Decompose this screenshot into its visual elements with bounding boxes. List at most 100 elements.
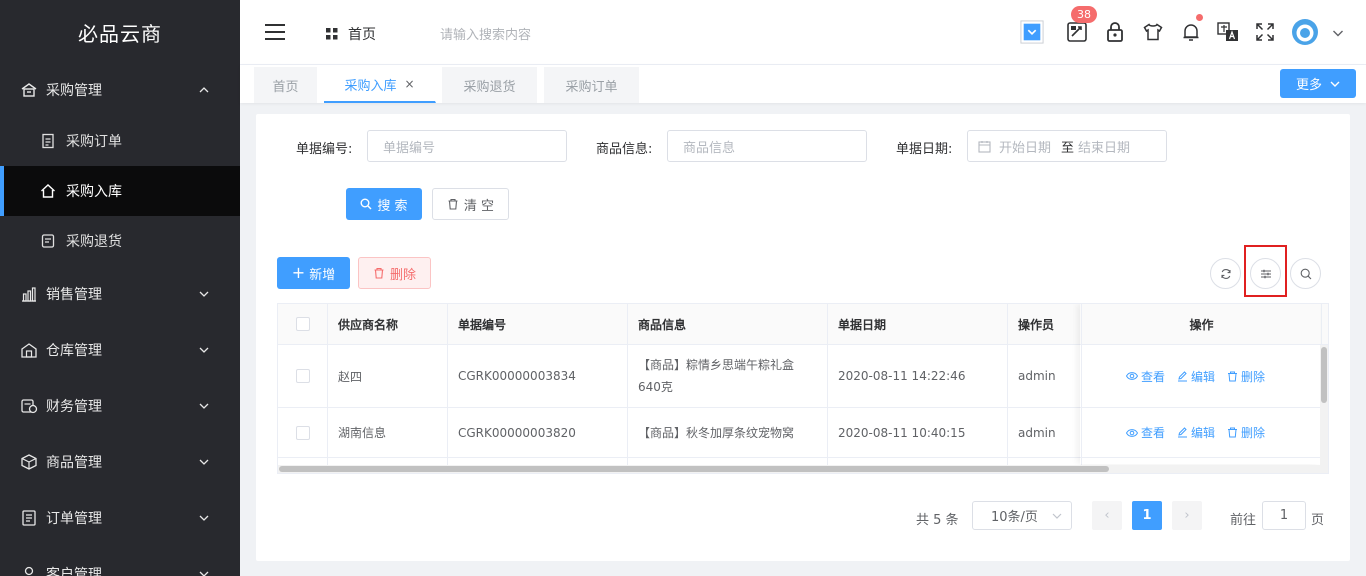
chevron-down-icon: [199, 571, 209, 576]
row-select-cell: [278, 345, 328, 407]
row-checkbox[interactable]: [295, 425, 310, 440]
order-icon: [20, 509, 38, 527]
sidebar-item-purchase-inbound[interactable]: 采购入库: [0, 166, 240, 216]
col-operator[interactable]: 操作员: [1008, 304, 1082, 344]
dropdown-toggle-icon: [1020, 20, 1044, 44]
breadcrumb-home: 首页: [348, 27, 376, 43]
delete-button-label: 删除: [389, 267, 416, 283]
bell-icon: [1183, 24, 1199, 41]
breadcrumb[interactable]: 首页: [326, 24, 376, 44]
tab-label: 采购退货: [463, 79, 516, 95]
clear-button-label: 清 空: [463, 198, 495, 214]
search-icon: [1300, 268, 1311, 279]
vertical-scrollbar[interactable]: [1320, 345, 1328, 465]
chevron-up-icon: [199, 87, 209, 93]
chevron-down-icon: [1052, 513, 1062, 519]
cell-date: 2020-08-11 14:22:46: [828, 345, 1008, 407]
hamburger-menu-icon[interactable]: [264, 22, 286, 42]
goods-label: 商品信息:: [596, 142, 653, 157]
chevron-down-icon[interactable]: [1332, 27, 1344, 39]
notification-badge: 38: [1071, 6, 1097, 23]
tab-label: 采购订单: [565, 79, 618, 95]
scrollbar-thumb[interactable]: [1321, 347, 1327, 403]
sidebar-group-sales[interactable]: 销售管理: [0, 266, 240, 322]
sidebar-group-orders[interactable]: 订单管理: [0, 490, 240, 546]
horizontal-scrollbar[interactable]: [278, 465, 1328, 473]
sidebar-item-purchase-return[interactable]: 采购退货: [0, 216, 240, 266]
date-start-input[interactable]: 开始日期: [999, 137, 1051, 156]
chevron-down-icon: [199, 403, 209, 409]
date-end-input[interactable]: 结束日期: [1078, 137, 1130, 156]
page-size-select[interactable]: 10条/页: [972, 501, 1072, 530]
row-checkbox[interactable]: [295, 369, 310, 383]
more-button[interactable]: 更多: [1280, 69, 1356, 98]
cell-supplier: 湖南信息: [328, 408, 448, 457]
doc-no-input[interactable]: 单据编号: [367, 130, 567, 162]
theme-shirt-icon: [1143, 23, 1163, 41]
sidebar-group-purchase[interactable]: 采购管理: [0, 64, 240, 116]
scrollbar-thumb[interactable]: [279, 466, 1109, 472]
next-page-button[interactable]: ›: [1172, 501, 1202, 530]
sidebar-item-purchase-order[interactable]: 采购订单: [0, 116, 240, 166]
col-date[interactable]: 单据日期: [828, 304, 1008, 344]
sidebar-group-finance[interactable]: 财务管理: [0, 378, 240, 434]
grid-icon: [326, 28, 338, 40]
refresh-button[interactable]: [1210, 258, 1241, 289]
goto-page-input[interactable]: 1: [1262, 501, 1306, 530]
tab-home[interactable]: 首页: [254, 67, 318, 103]
col-supplier[interactable]: 供应商名称: [328, 304, 448, 344]
lock-button[interactable]: [1103, 20, 1127, 44]
date-range-picker[interactable]: 开始日期 至 结束日期: [967, 130, 1167, 162]
chevron-down-icon: [199, 291, 209, 297]
page-button-current[interactable]: 1: [1132, 501, 1162, 530]
cell-supplier: 赵四: [328, 345, 448, 407]
purchase-icon: [20, 81, 38, 99]
clear-button[interactable]: 清 空: [432, 188, 509, 220]
avatar[interactable]: [1291, 18, 1319, 46]
notification-dot: [1196, 14, 1203, 21]
bell-button[interactable]: [1179, 14, 1203, 44]
sidebar-group-warehouse[interactable]: 仓库管理: [0, 322, 240, 378]
tab-purchase-return[interactable]: 采购退货: [442, 67, 538, 103]
sidebar-group-label: 销售管理: [46, 287, 102, 303]
search-icon: [360, 198, 372, 210]
close-icon[interactable]: ×: [404, 77, 414, 91]
date-label: 单据日期:: [896, 142, 953, 157]
search-button[interactable]: 搜 索: [346, 188, 422, 220]
tab-purchase-inbound[interactable]: 采购入库 ×: [324, 67, 436, 103]
theme-button[interactable]: [1141, 20, 1165, 44]
sidebar-group-goods[interactable]: 商品管理: [0, 434, 240, 490]
sidebar-item-label: 采购入库: [66, 184, 122, 200]
sidebar: 必品云商 采购管理 采购订单 采购入库 采购退货 销售管理 仓库管理 财务管理 …: [0, 0, 240, 576]
goto-label: 前往: [1230, 513, 1257, 528]
date-separator: 至: [1061, 140, 1075, 156]
home-icon: [40, 183, 56, 199]
sidebar-group-customers[interactable]: 客户管理: [0, 546, 240, 576]
select-all-checkbox[interactable]: [295, 317, 310, 331]
header-search-input[interactable]: 请输入搜索内容: [440, 24, 531, 43]
goto-unit: 页: [1311, 513, 1325, 528]
chevron-down-icon: [1330, 81, 1340, 87]
cell-goods: 【商品】秋冬加厚条纹宠物窝: [628, 408, 828, 457]
goods-input[interactable]: 商品信息: [667, 130, 867, 162]
plus-icon: +: [291, 263, 306, 282]
prev-page-button[interactable]: ‹: [1092, 501, 1122, 530]
tab-purchase-order[interactable]: 采购订单: [544, 67, 640, 103]
data-table: 供应商名称 单据编号 商品信息 单据日期 操作员 操作 赵四 CGRK00000…: [277, 303, 1329, 474]
col-goods[interactable]: 商品信息: [628, 304, 828, 344]
col-doc-no[interactable]: 单据编号: [448, 304, 628, 344]
toggle-search-button[interactable]: [1290, 258, 1321, 289]
fullscreen-button[interactable]: [1253, 20, 1277, 44]
cell-date: 2020-08-11 10:40:15: [828, 408, 1008, 457]
fullscreen-icon: [1256, 23, 1274, 41]
cell-doc-no: CGRK00000003820: [448, 408, 628, 457]
task-button[interactable]: 38: [1065, 6, 1097, 44]
add-button[interactable]: + 新增: [277, 257, 350, 289]
delete-button[interactable]: 删除: [358, 257, 431, 289]
dropdown-toggle[interactable]: [1020, 20, 1044, 44]
row-select-cell: [278, 408, 328, 457]
add-button-label: 新增: [309, 267, 336, 283]
calendar-icon: [978, 140, 991, 153]
translate-button[interactable]: [1216, 20, 1240, 44]
doc-no-label: 单据编号:: [296, 142, 353, 157]
